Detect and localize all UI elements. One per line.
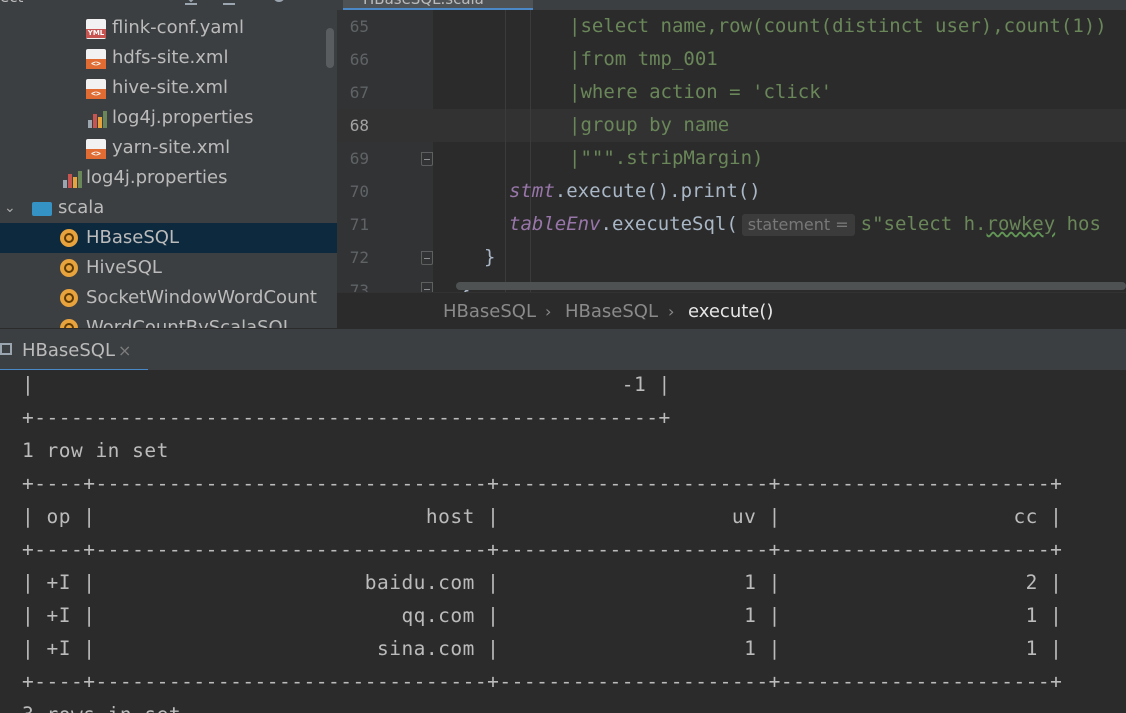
console-line: +----+--------------------------------+-… — [22, 472, 1063, 495]
tree-item-hbasesql[interactable]: HBaseSQL — [0, 223, 337, 253]
tree-item-hivesql[interactable]: HiveSQL — [0, 253, 337, 283]
line-number: 70 — [349, 182, 369, 201]
tree-item-hive-site[interactable]: <> hive-site.xml — [0, 73, 337, 103]
code-line-69: |""".stripMargin) — [569, 147, 764, 169]
tree-item-socketwindowwordcount[interactable]: SocketWindowWordCount — [0, 283, 337, 313]
properties-file-icon — [86, 109, 107, 129]
gear-icon[interactable] — [270, 0, 288, 6]
chevron-right-icon: › — [545, 302, 552, 321]
fold-marker-icon[interactable] — [421, 152, 433, 166]
console-line: 3 rows in set — [22, 698, 181, 713]
properties-file-icon — [61, 169, 82, 189]
console-line: | +I | qq.com | 1 | 1 | — [22, 604, 1063, 627]
line-number: 73 — [349, 281, 369, 292]
tree-item-label: log4j.properties — [86, 167, 228, 188]
code-string-typo: rowkey — [986, 213, 1056, 235]
code-line-67: |where action = 'click' — [569, 81, 833, 103]
console-line: +---------------------------------------… — [22, 406, 671, 429]
line-number: 66 — [349, 50, 369, 69]
collapse-all-icon[interactable] — [220, 0, 238, 6]
project-toolbar: ect — [0, 0, 337, 8]
tree-item-label: yarn-site.xml — [112, 137, 231, 158]
editor-horizontal-scrollbar[interactable] — [456, 282, 1126, 290]
tree-item-hdfs-site[interactable]: <> hdfs-site.xml — [0, 43, 337, 73]
console-line: +----+--------------------------------+-… — [22, 670, 1063, 693]
folder-icon — [32, 202, 52, 216]
breadcrumb-item-current[interactable]: execute() — [688, 293, 773, 331]
code-identifier: stmt — [509, 180, 555, 202]
run-tab-bar: HBaseSQL × — [0, 328, 1126, 372]
tree-item-label: log4j.properties — [112, 107, 254, 128]
code-line-70: stmt.execute().print() — [509, 175, 761, 208]
chevron-right-icon: › — [668, 302, 675, 321]
line-number: 68 — [349, 116, 369, 135]
tree-item-label: SocketWindowWordCount — [86, 287, 317, 308]
code-line-68: |group by name — [569, 114, 730, 136]
code-line-65: |select name,row(count(distinct user),co… — [569, 15, 1107, 37]
scala-object-icon — [60, 229, 78, 247]
run-console-output[interactable]: | -1 | +--------------------------------… — [0, 370, 1126, 713]
fold-marker-icon[interactable] — [421, 251, 433, 265]
current-line-highlight — [337, 109, 1126, 142]
tree-item-wordcountbyscalasql[interactable]: WordCountByScalaSQL — [0, 313, 337, 328]
minimize-icon[interactable] — [308, 0, 326, 6]
console-line: | -1 | — [22, 373, 671, 396]
code-line-72: } — [484, 246, 496, 268]
scroll-from-source-icon[interactable] — [182, 0, 200, 6]
run-tab-label: HBaseSQL — [22, 340, 115, 361]
run-console-icon — [0, 343, 12, 355]
yaml-file-icon: YML — [86, 19, 106, 39]
parameter-hint: statement = — [741, 214, 855, 236]
scala-object-icon — [60, 289, 78, 307]
breadcrumb-item[interactable]: HBaseSQL — [443, 293, 536, 331]
editor-tab-bar: HBaseSQL.scala — [337, 0, 1126, 10]
tree-item-yarn-site[interactable]: <> yarn-site.xml — [0, 133, 337, 163]
tree-item-label: scala — [58, 197, 105, 218]
tree-item-label: hdfs-site.xml — [112, 47, 229, 68]
project-label[interactable]: ect — [0, 0, 23, 6]
console-line: | op | host | uv | cc | — [22, 505, 1063, 528]
tree-item-label: WordCountByScalaSQL — [86, 317, 293, 328]
tree-item-label: HiveSQL — [86, 257, 162, 278]
xml-file-icon: <> — [86, 139, 106, 159]
tree-item-flink-conf[interactable]: YML flink-conf.yaml — [0, 13, 337, 43]
tree-item-label: HBaseSQL — [86, 227, 179, 248]
tab-hbasesql-scala[interactable]: HBaseSQL.scala — [343, 0, 533, 10]
tab-run-hbasesql[interactable]: HBaseSQL × — [0, 329, 148, 372]
tree-item-label: hive-site.xml — [112, 77, 229, 98]
code-string: hos — [1055, 213, 1101, 235]
tab-label: HBaseSQL.scala — [363, 0, 484, 8]
code-identifier: tableEnv — [509, 213, 601, 235]
code-text: .execute().print() — [554, 180, 761, 202]
scala-object-icon — [60, 259, 78, 277]
line-number: 65 — [349, 17, 369, 36]
console-line: 1 row in set — [22, 439, 169, 462]
breadcrumb: HBaseSQL › HBaseSQL › execute() — [337, 292, 1126, 329]
code-editor[interactable]: 65 66 67 68 69 70 71 72 73 |select name,… — [337, 10, 1126, 292]
code-text: .executeSql( — [600, 213, 738, 235]
scala-object-icon — [60, 319, 78, 328]
console-line: | +I | sina.com | 1 | 1 | — [22, 637, 1063, 660]
fold-marker-icon[interactable] — [421, 282, 433, 292]
close-icon[interactable]: × — [118, 329, 131, 373]
tree-item-scala-folder[interactable]: ⌄ scala — [0, 193, 337, 223]
code-line-71: tableEnv.executeSql(statement = s"select … — [509, 208, 1101, 241]
code-line-66: |from tmp_001 — [569, 48, 718, 70]
breadcrumb-item[interactable]: HBaseSQL — [565, 293, 658, 331]
tree-item-label: flink-conf.yaml — [112, 17, 244, 38]
line-number: 69 — [349, 149, 369, 168]
xml-file-icon: <> — [86, 49, 106, 69]
code-string: s"select h. — [860, 213, 987, 235]
line-number: 72 — [349, 248, 369, 267]
project-tree: ect YML flink-conf.yaml <> hdfs-site.xml… — [0, 0, 337, 328]
tree-item-log4j-properties[interactable]: log4j.properties — [0, 103, 337, 133]
chevron-down-icon[interactable]: ⌄ — [4, 193, 16, 223]
line-number: 71 — [349, 215, 369, 234]
console-line: | +I | baidu.com | 1 | 2 | — [22, 571, 1063, 594]
xml-file-icon: <> — [86, 79, 106, 99]
line-number: 67 — [349, 83, 369, 102]
tree-item-log4j-properties-2[interactable]: log4j.properties — [0, 163, 337, 193]
console-line: +----+--------------------------------+-… — [22, 538, 1063, 561]
